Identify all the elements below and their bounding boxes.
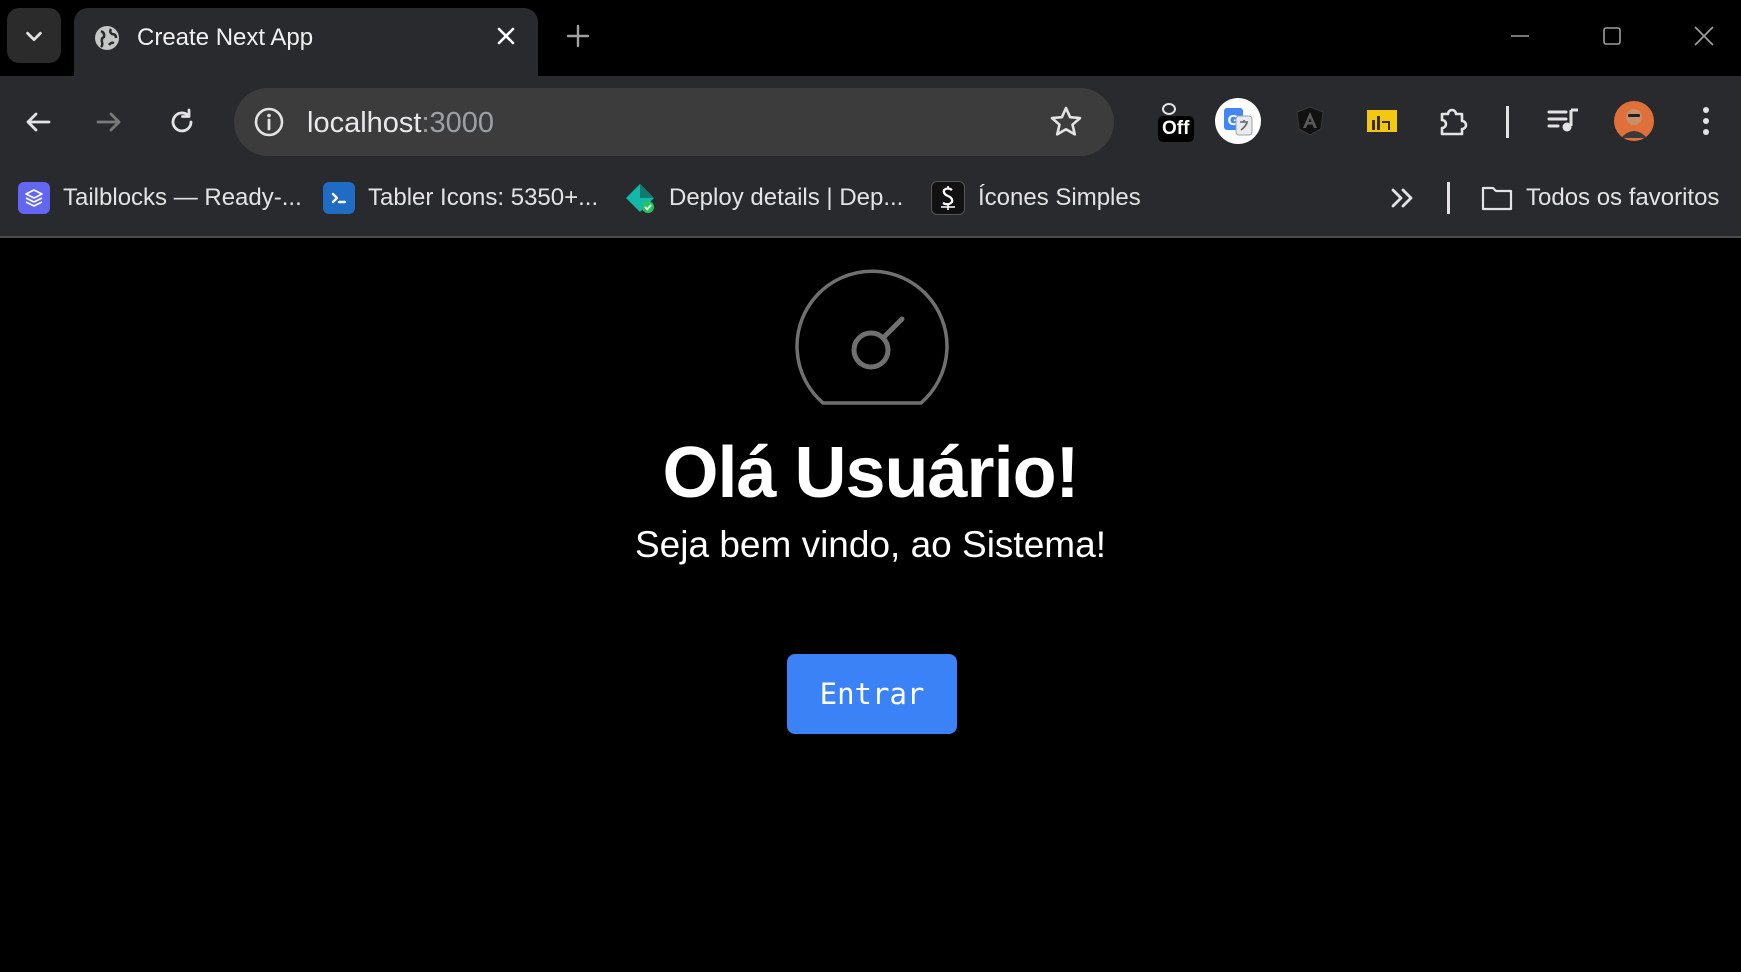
bookmarks-divider bbox=[1447, 182, 1450, 214]
layers-icon bbox=[18, 182, 50, 214]
profile-avatar[interactable] bbox=[1609, 96, 1659, 146]
all-bookmarks-label: Todos os favoritos bbox=[1526, 184, 1720, 211]
site-info-icon[interactable] bbox=[252, 105, 286, 139]
tab-search-button[interactable] bbox=[7, 8, 61, 63]
media-controls-button[interactable] bbox=[1538, 96, 1588, 146]
angular-icon bbox=[1296, 106, 1324, 136]
bookmark-star-icon[interactable] bbox=[1046, 102, 1086, 142]
enter-button[interactable]: Entrar bbox=[787, 654, 957, 734]
active-tab[interactable]: Create Next App bbox=[74, 8, 538, 76]
arrow-left-icon bbox=[26, 112, 51, 132]
off-badge: Off bbox=[1162, 118, 1190, 139]
new-tab-icon[interactable] bbox=[562, 20, 594, 52]
all-bookmarks-folder[interactable]: Todos os favoritos bbox=[1481, 180, 1719, 216]
simple-icons-icon bbox=[931, 181, 965, 215]
bookmark-label: Ícones Simples bbox=[978, 184, 1141, 211]
minimize-icon[interactable] bbox=[1504, 20, 1536, 52]
gauge-icon bbox=[795, 269, 949, 405]
reload-icon bbox=[171, 108, 193, 133]
google-translate-extension[interactable]: G bbox=[1213, 96, 1263, 146]
welcome-heading: Olá Usuário! bbox=[662, 433, 1079, 513]
back-button[interactable] bbox=[18, 102, 58, 142]
url-port: :3000 bbox=[421, 107, 495, 139]
angular-devtools-extension[interactable] bbox=[1285, 96, 1335, 146]
reload-button[interactable] bbox=[162, 102, 202, 142]
globe-icon bbox=[95, 26, 119, 50]
extensions-button[interactable] bbox=[1428, 96, 1478, 146]
tab-title: Create Next App bbox=[137, 24, 314, 51]
bookmark-tabler-icons[interactable]: Tabler Icons: 5350+... bbox=[323, 180, 598, 216]
browser-menu-button[interactable] bbox=[1681, 96, 1731, 146]
welcome-subtitle: Seja bem vindo, ao Sistema! bbox=[635, 524, 1106, 565]
playlist-music-icon bbox=[1547, 108, 1578, 132]
chevron-down-icon bbox=[26, 31, 42, 41]
close-tab-icon[interactable] bbox=[492, 22, 520, 50]
bookmark-label: Tailblocks — Ready-... bbox=[63, 184, 302, 211]
page-content: Olá Usuário! Seja bem vindo, ao Sistema!… bbox=[0, 238, 1741, 972]
kebab-menu-icon bbox=[1703, 107, 1709, 135]
puzzle-icon bbox=[1440, 108, 1468, 136]
browser-toolbar: localhost:3000 Off G bbox=[0, 76, 1741, 166]
close-window-icon[interactable] bbox=[1688, 20, 1720, 52]
chevron-double-right-icon[interactable] bbox=[1387, 180, 1419, 216]
arrow-right-icon bbox=[96, 112, 121, 132]
toolbar-divider bbox=[1506, 106, 1509, 138]
folder-icon bbox=[1481, 182, 1513, 214]
avatar bbox=[1614, 101, 1654, 141]
maximize-icon[interactable] bbox=[1596, 20, 1628, 52]
bookmark-label: Deploy details | Dep... bbox=[669, 184, 904, 211]
url-text: localhost:3000 bbox=[307, 106, 494, 140]
bookmarks-bar: Tailblocks — Ready-... Tabler Icons: 535… bbox=[0, 166, 1741, 238]
tab-strip: Create Next App bbox=[0, 0, 1741, 76]
terminal-icon bbox=[323, 182, 355, 214]
forward-button[interactable] bbox=[89, 102, 129, 142]
chart-folder-icon bbox=[1367, 110, 1397, 132]
translate-icon: G bbox=[1215, 98, 1261, 144]
bookmark-deploy-details[interactable]: Deploy details | Dep... bbox=[624, 180, 903, 216]
extension-off-button[interactable]: Off bbox=[1150, 96, 1200, 146]
bookmark-icones-simples[interactable]: Ícones Simples bbox=[931, 180, 1141, 216]
power-bi-extension[interactable] bbox=[1357, 96, 1407, 146]
bookmark-label: Tabler Icons: 5350+... bbox=[368, 184, 599, 211]
bookmark-tailblocks[interactable]: Tailblocks — Ready-... bbox=[18, 180, 302, 216]
netlify-icon bbox=[624, 182, 656, 214]
address-bar[interactable]: localhost:3000 bbox=[234, 88, 1114, 156]
url-host: localhost bbox=[307, 107, 422, 139]
